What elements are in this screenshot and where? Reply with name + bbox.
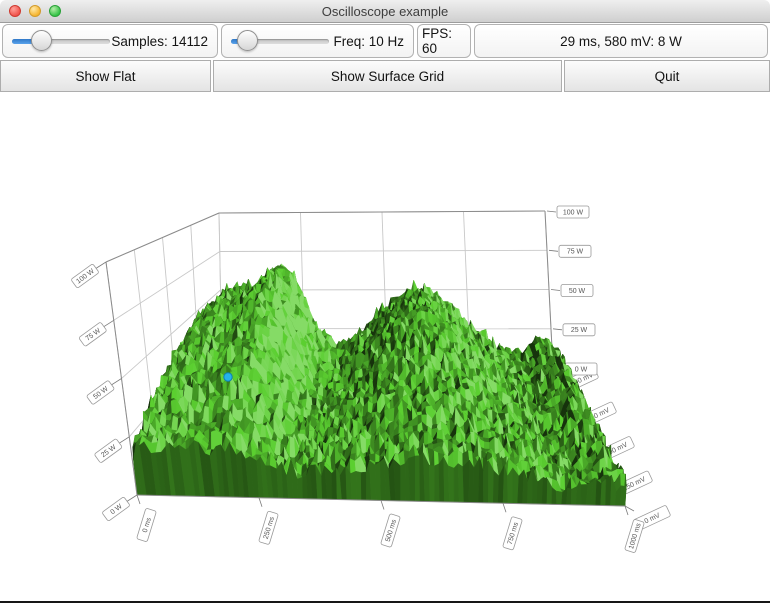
quit-button[interactable]: Quit — [564, 60, 770, 92]
title-bar[interactable]: Oscilloscope example — [0, 0, 770, 23]
axis-tick-label: 0 ms — [137, 508, 157, 542]
svg-text:50 W: 50 W — [569, 288, 586, 295]
samples-slider[interactable] — [12, 30, 110, 52]
slider-handle[interactable] — [237, 30, 258, 51]
freq-control: Freq: 10 Hz — [221, 24, 414, 58]
surface-plot-3d[interactable]: 0 mV250 mV500 mV750 mV1000 mV0 W25 W50 W… — [0, 92, 770, 602]
window-title: Oscilloscope example — [322, 4, 448, 19]
axis-tick-label: 750 ms — [503, 516, 523, 550]
show-flat-button[interactable]: Show Flat — [0, 60, 211, 92]
surface-mesh — [133, 264, 627, 506]
axis-tick-label: 25 W — [94, 438, 122, 463]
show-surface-grid-button[interactable]: Show Surface Grid — [213, 60, 562, 92]
axis-tick-label: 250 ms — [259, 511, 279, 545]
axis-tick-label: 100 W — [557, 206, 589, 218]
samples-control: Samples: 14112 — [2, 24, 218, 58]
plot-area: 0 mV250 mV500 mV750 mV1000 mV0 W25 W50 W… — [0, 92, 770, 602]
button-row: Show Flat Show Surface Grid Quit — [0, 60, 770, 92]
fps-indicator: FPS: 60 — [417, 24, 471, 58]
close-button[interactable] — [9, 5, 21, 17]
app-window: Oscilloscope example Samples: 14112 Freq… — [0, 0, 770, 603]
freq-label: Freq: 10 Hz — [329, 34, 404, 49]
picked-point-marker[interactable] — [224, 373, 232, 381]
freq-slider[interactable] — [231, 30, 329, 52]
axis-tick-label: 100 W — [71, 264, 99, 289]
axis-tick-label: 500 ms — [381, 514, 401, 548]
minimize-button[interactable] — [29, 5, 41, 17]
readout-box: 29 ms, 580 mV: 8 W — [474, 24, 768, 58]
axis-tick-label: 75 W — [559, 245, 591, 257]
svg-text:100 W: 100 W — [563, 209, 584, 216]
axis-tick-label: 25 W — [563, 324, 595, 336]
window-controls — [9, 0, 61, 22]
axis-tick-label: 50 W — [86, 380, 114, 405]
axis-tick-label: 50 W — [561, 285, 593, 297]
samples-label: Samples: 14112 — [110, 34, 208, 49]
svg-text:75 W: 75 W — [567, 249, 584, 256]
readout-label: 29 ms, 580 mV: 8 W — [484, 34, 758, 49]
svg-text:0 W: 0 W — [575, 366, 588, 373]
svg-text:25 W: 25 W — [571, 327, 588, 334]
slider-handle[interactable] — [31, 30, 52, 51]
axis-tick-label: 75 W — [79, 322, 107, 347]
axis-tick-label: 0 W — [102, 497, 130, 522]
toolbar: Samples: 14112 Freq: 10 Hz FPS: 60 29 ms… — [0, 23, 770, 60]
axis-tick-label: 1000 ms — [625, 519, 645, 553]
fps-label: FPS: 60 — [422, 26, 466, 56]
zoom-button[interactable] — [49, 5, 61, 17]
